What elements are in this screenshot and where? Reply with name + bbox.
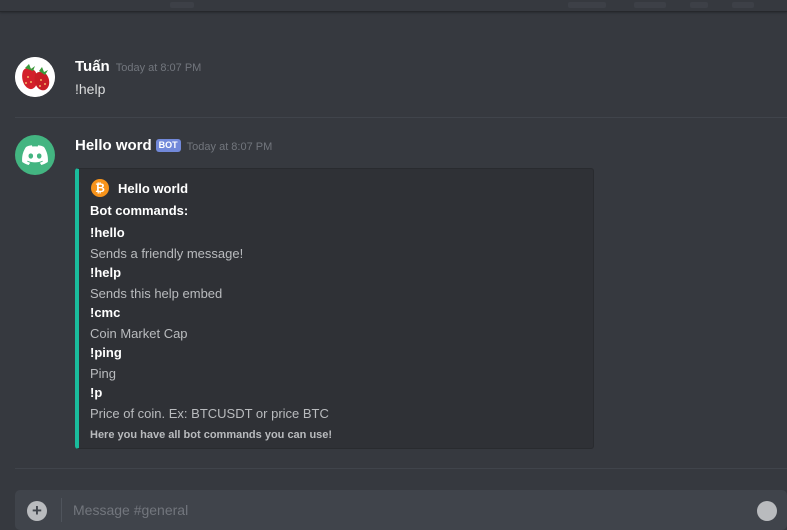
message-composer: + (15, 490, 787, 530)
embed-field-value: Ping (90, 366, 117, 381)
embed-field-name: !ping (90, 345, 122, 360)
topbar-item[interactable] (634, 2, 666, 8)
embed-field-name: !p (90, 385, 103, 400)
embed-field-name: !cmc (90, 305, 121, 320)
embed-field-value: Sends a friendly message! (90, 246, 244, 261)
author-name[interactable]: Tuấn (75, 58, 110, 75)
strawberry-icon[interactable] (15, 57, 55, 97)
topbar-item[interactable] (568, 2, 606, 8)
embed: ₿ Hello world Bot commands: !hello Sends… (75, 168, 594, 449)
topbar-item[interactable] (170, 2, 194, 8)
message-timestamp: Today at 8:07 PM (115, 62, 202, 74)
bitcoin-icon: ₿ (91, 179, 109, 197)
topbar-item[interactable] (732, 2, 754, 8)
top-bar (0, 0, 787, 12)
emoji-icon[interactable] (757, 501, 777, 521)
message-divider (15, 468, 787, 469)
svg-text:₿: ₿ (95, 181, 105, 195)
embed-field-value: Sends this help embed (90, 286, 223, 301)
message-input[interactable] (71, 498, 715, 522)
embed-field-value: Coin Market Cap (90, 326, 188, 341)
embed-field-name: !hello (90, 225, 125, 240)
topbar-item[interactable] (690, 2, 708, 8)
bot-tag: BOT (155, 139, 181, 152)
message-author-row: Tuấn Today at 8:07 PM (75, 58, 201, 75)
composer-separator (61, 498, 62, 522)
embed-field-value: Price of coin. Ex: BTCUSDT or price BTC (90, 406, 329, 421)
embed-field-name: !help (90, 265, 122, 280)
embed-author: ₿ Hello world (91, 179, 188, 197)
message-author-row: Hello word BOT Today at 8:07 PM (75, 137, 272, 154)
embed-title: Bot commands: (90, 203, 189, 218)
embed-footer: Here you have all bot commands you can u… (90, 429, 333, 441)
discord-logo-icon[interactable] (15, 135, 55, 175)
message-content: !help (75, 81, 106, 97)
message-timestamp: Today at 8:07 PM (186, 141, 273, 153)
embed-author-name: Hello world (118, 180, 189, 196)
add-plus-icon[interactable]: + (27, 501, 47, 521)
message-divider (15, 117, 787, 118)
author-name[interactable]: Hello word (75, 137, 152, 154)
